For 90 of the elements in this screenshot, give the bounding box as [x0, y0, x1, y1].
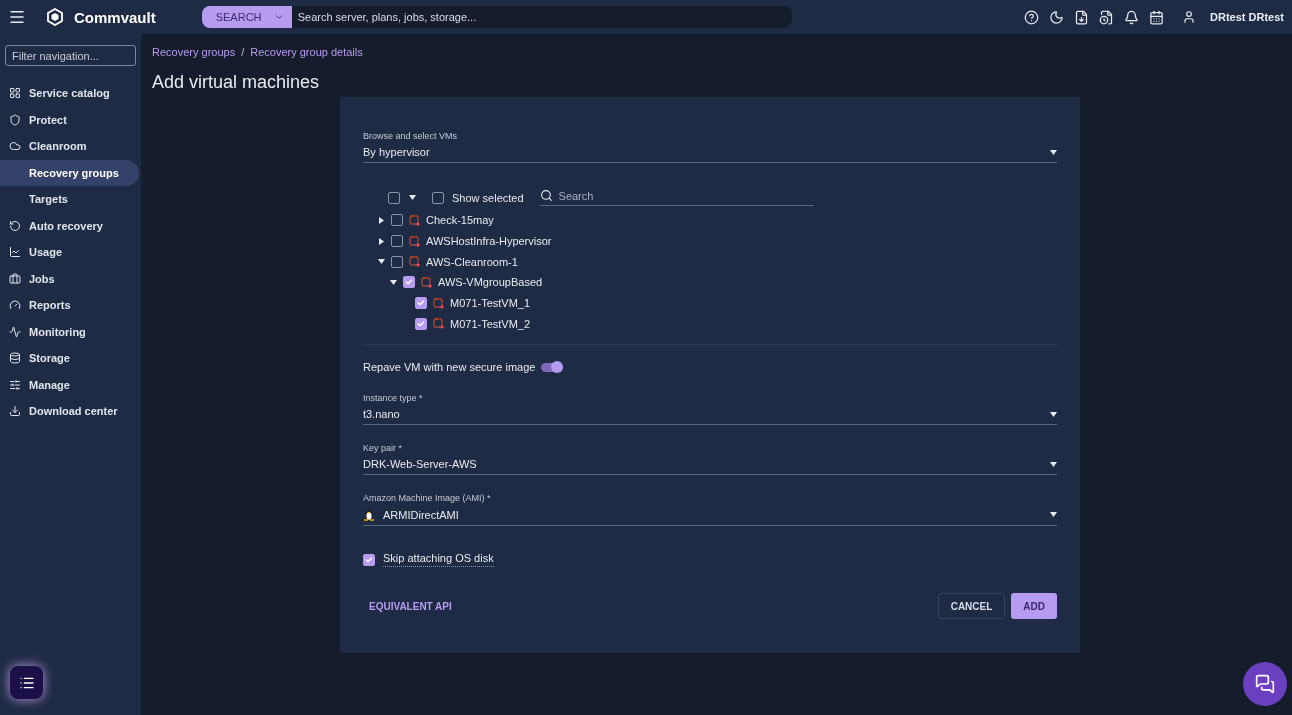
checkbox[interactable] — [391, 214, 403, 227]
bell-icon[interactable] — [1124, 9, 1140, 25]
dropdown-field[interactable]: Instance type * t3.nano — [363, 393, 1057, 426]
caret-icon — [273, 12, 284, 22]
search-icon — [539, 189, 553, 202]
show-selected-label: Show selected — [452, 191, 524, 204]
nav-item[interactable]: Targets — [0, 186, 139, 213]
collapse-caret-icon[interactable] — [389, 279, 397, 285]
nav-icon — [9, 140, 21, 153]
tree-item-label[interactable]: M071-TestVM_2 — [450, 317, 531, 330]
nav-icon — [9, 113, 21, 126]
checkbox[interactable] — [391, 255, 403, 268]
vm-icon — [421, 276, 432, 288]
nav-item[interactable]: Auto recovery — [0, 212, 139, 239]
nav-item[interactable]: Recovery groups — [0, 159, 139, 186]
browse-select[interactable]: Browse and select VMs By hypervisor — [363, 131, 1057, 163]
nav-item[interactable]: Usage — [0, 239, 139, 266]
checkbox[interactable] — [415, 297, 427, 310]
nav-icon — [9, 219, 21, 232]
calendar-icon[interactable] — [1149, 9, 1165, 25]
expand-caret-icon[interactable] — [378, 216, 384, 224]
help-icon[interactable] — [1024, 9, 1040, 25]
add-button[interactable]: ADD — [1011, 593, 1057, 620]
breadcrumb-separator: / — [241, 46, 245, 58]
nav-icon — [9, 299, 21, 312]
repave-label: Repave VM with new secure image — [363, 361, 536, 374]
vm-icon — [409, 214, 420, 226]
show-selected-checkbox[interactable] — [432, 191, 444, 204]
menu-icon[interactable] — [8, 8, 26, 26]
nav-item[interactable]: Jobs — [0, 265, 139, 292]
moon-icon[interactable] — [1049, 9, 1065, 25]
dropdown-caret-icon[interactable] — [1050, 411, 1057, 417]
checkbox[interactable] — [403, 276, 415, 289]
penguin-icon — [363, 508, 375, 522]
nav-item[interactable]: Monitoring — [0, 318, 139, 345]
tree-item-label[interactable]: Check-15may — [426, 214, 494, 227]
nav-icon — [9, 325, 21, 338]
vm-icon — [433, 297, 444, 309]
breadcrumb-link[interactable]: Recovery group details — [250, 46, 363, 58]
file-download-icon[interactable] — [1074, 9, 1090, 25]
dropdown-caret-icon[interactable] — [1050, 461, 1057, 467]
dropdown-field[interactable]: Amazon Machine Image (AMI) * ARMIDirectAMI — [363, 493, 1057, 527]
tree-item-label[interactable]: M071-TestVM_1 — [450, 297, 531, 310]
nav-item[interactable]: Protect — [0, 106, 139, 133]
nav-item[interactable]: Reports — [0, 292, 139, 319]
dropdown-caret-icon[interactable] — [1050, 512, 1057, 518]
nav-icon — [9, 246, 21, 259]
chat-icon — [1255, 674, 1275, 694]
vm-icon — [409, 256, 420, 268]
skip-os-disk-checkbox[interactable] — [363, 553, 375, 566]
tree-item-label[interactable]: AWS-VMgroupBased — [438, 276, 543, 289]
skip-os-disk-label: Skip attaching OS disk — [383, 552, 494, 568]
nav-item[interactable]: Service catalog — [0, 80, 139, 107]
nav-item[interactable]: Download center — [0, 398, 139, 425]
nav-item[interactable]: Manage — [0, 371, 139, 398]
filter-field[interactable]: Filter navigation... — [5, 45, 136, 66]
nav-icon — [9, 405, 21, 418]
nav-icon — [9, 352, 21, 365]
checkbox[interactable] — [391, 235, 403, 248]
breadcrumb-link[interactable]: Recovery groups — [152, 46, 236, 58]
equivalent-api-button[interactable]: EQUIVALENT API — [363, 594, 458, 618]
list-button[interactable] — [10, 666, 43, 699]
dropdown-caret-icon[interactable] — [1050, 149, 1057, 155]
user-name[interactable]: DRtest DRtest — [1210, 11, 1284, 23]
tree-item-label[interactable]: AWSHostInfra-Hypervisor — [426, 235, 552, 248]
file-clock-icon[interactable] — [1099, 9, 1115, 25]
user-icon[interactable] — [1182, 10, 1197, 24]
search-field[interactable]: Search server, plans, jobs, storage... — [291, 6, 792, 28]
nav-icon — [9, 272, 21, 285]
nav-icon — [9, 87, 21, 100]
vm-icon — [409, 235, 420, 247]
cube-logo-icon — [46, 8, 64, 26]
select-all-checkbox[interactable] — [388, 191, 400, 204]
brand-name: Commvault — [74, 8, 156, 26]
checkbox[interactable] — [415, 317, 427, 330]
vm-icon — [433, 318, 444, 330]
tree-item-label[interactable]: AWS-Cleanroom-1 — [426, 255, 518, 268]
tree-search-field[interactable]: Search — [558, 189, 814, 202]
nav-item[interactable]: Cleanroom — [0, 133, 139, 160]
collapse-caret-icon[interactable] — [377, 259, 385, 265]
search-scope-button[interactable]: SEARCH — [201, 6, 292, 28]
repave-toggle[interactable] — [541, 362, 564, 372]
chat-button[interactable] — [1243, 662, 1287, 706]
caret-icon[interactable] — [408, 195, 416, 200]
page-title: Add virtual machines — [152, 72, 321, 93]
nav-icon — [9, 378, 21, 391]
cancel-button[interactable]: CANCEL — [937, 593, 1006, 620]
expand-caret-icon[interactable] — [378, 237, 384, 245]
nav-item[interactable]: Storage — [0, 345, 139, 372]
dropdown-field[interactable]: Key pair * DRK-Web-Server-AWS — [363, 443, 1057, 476]
